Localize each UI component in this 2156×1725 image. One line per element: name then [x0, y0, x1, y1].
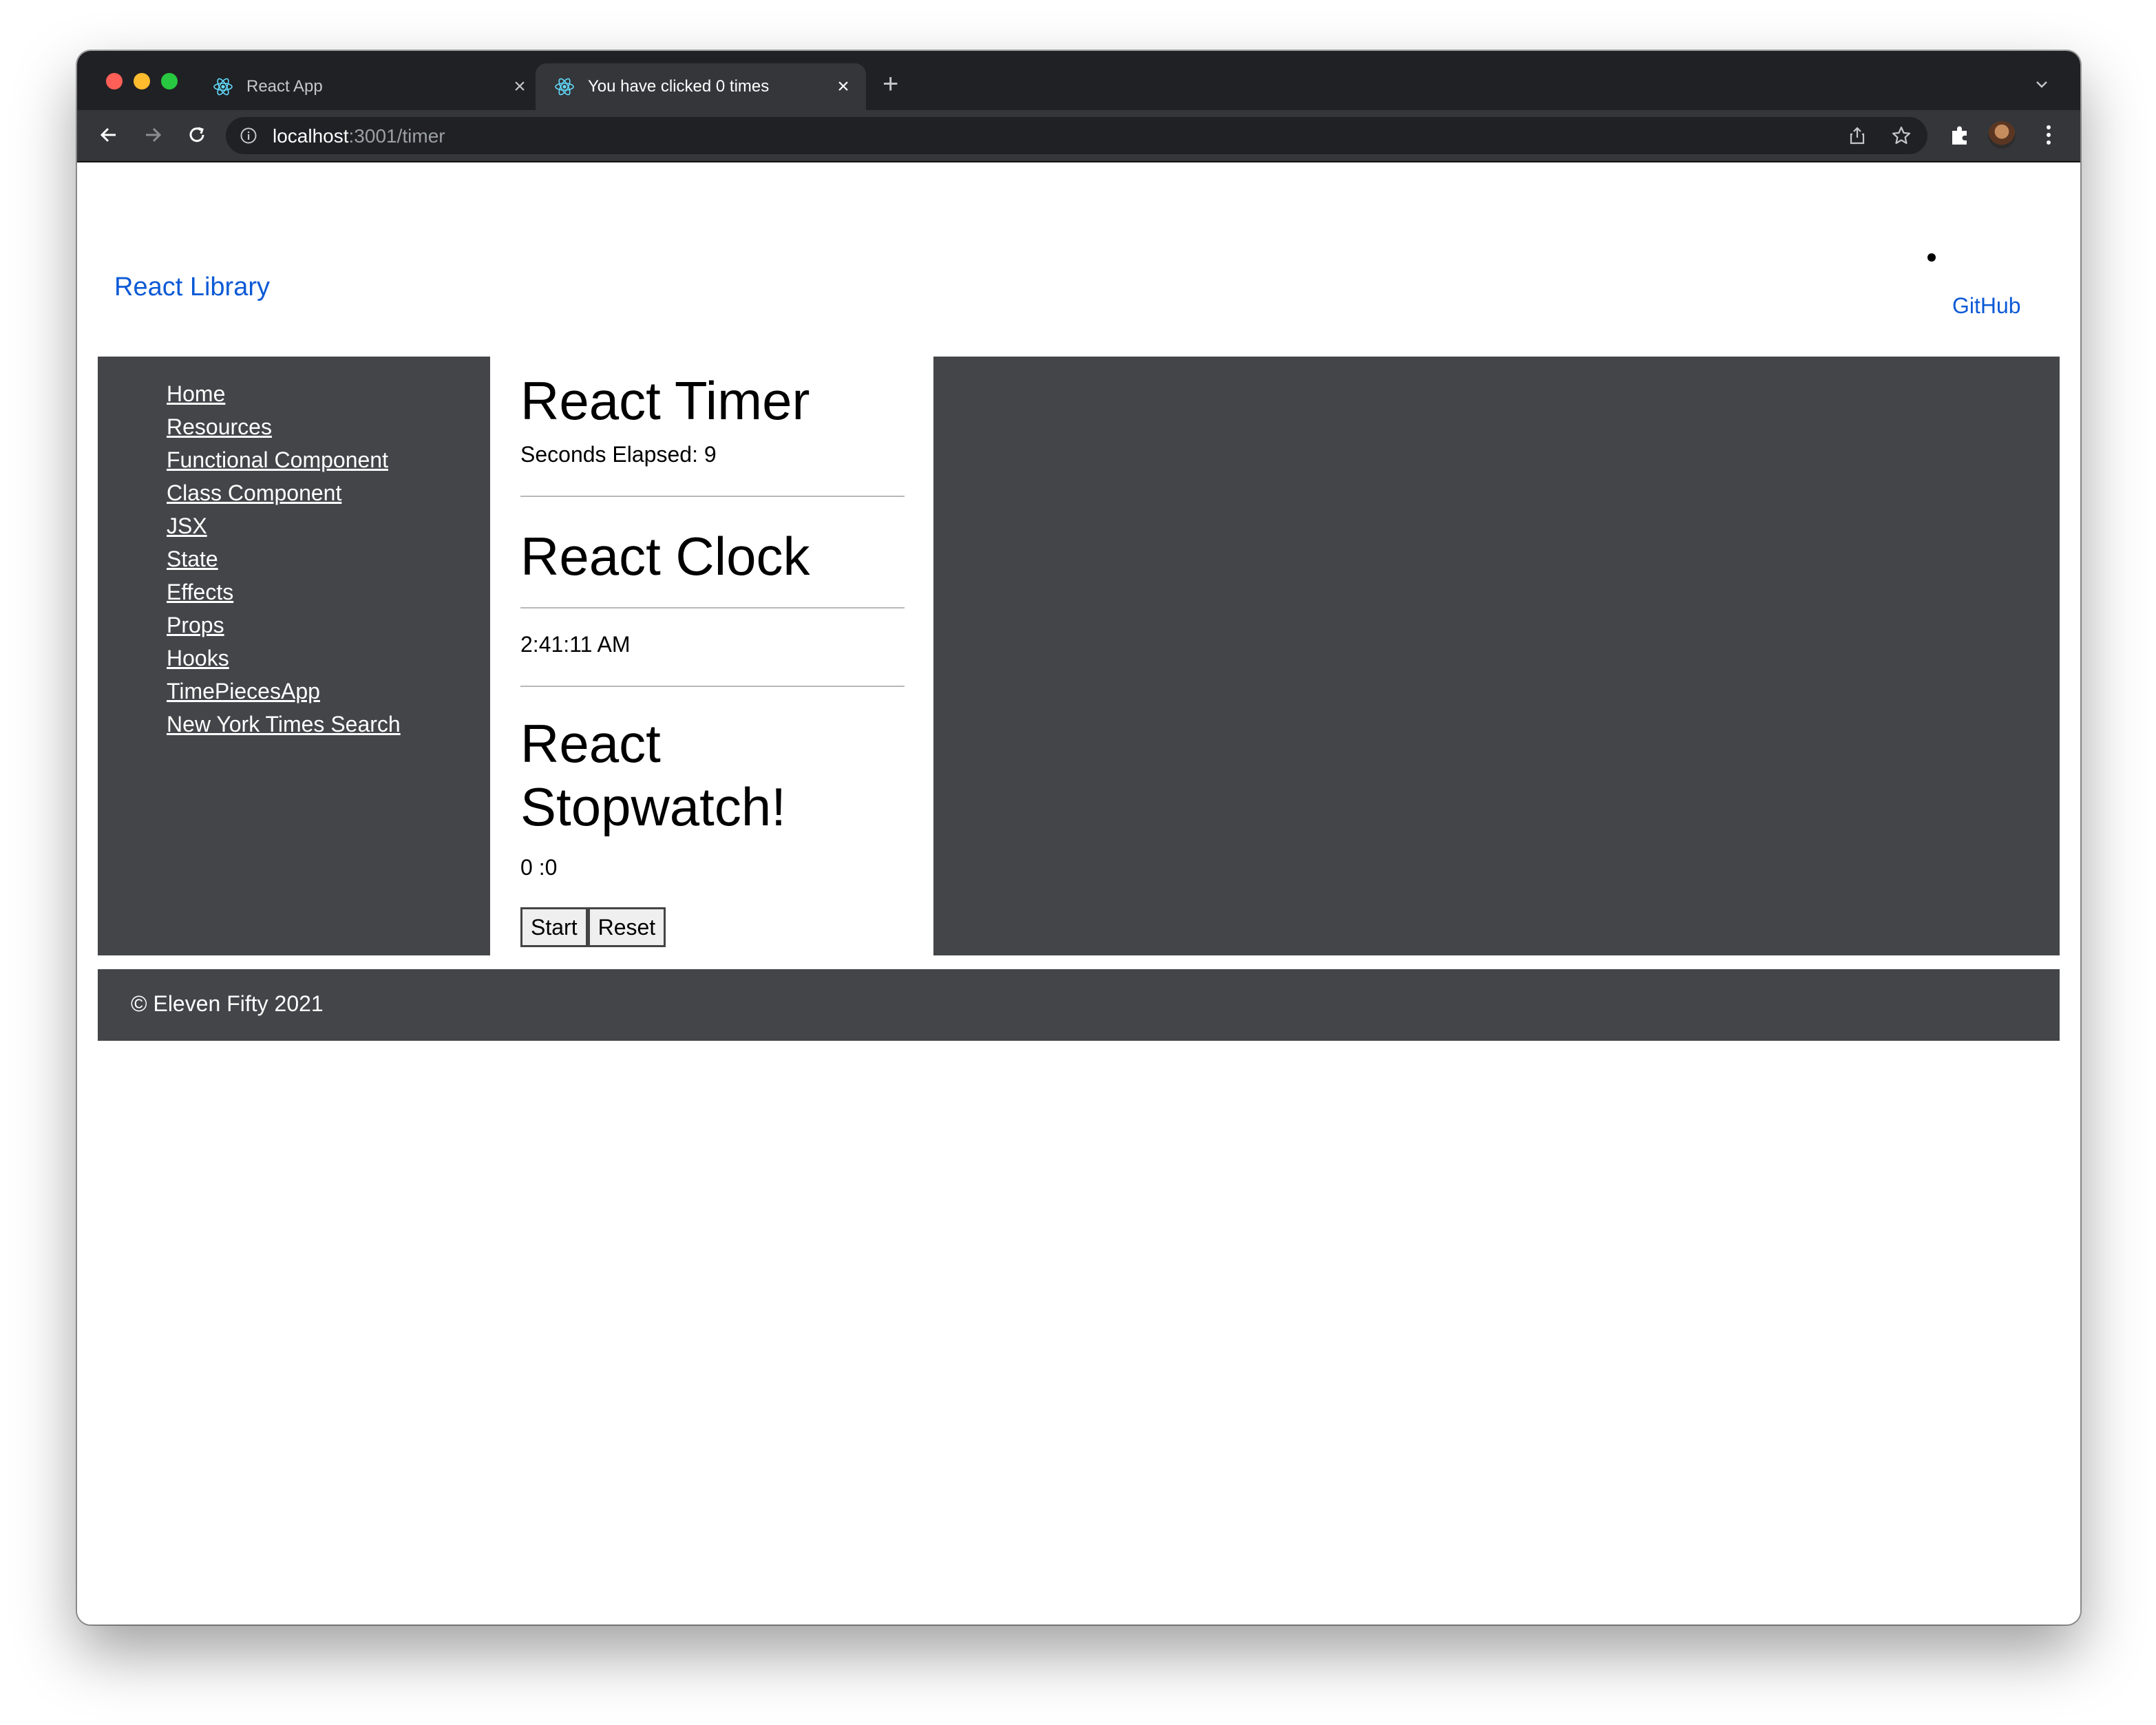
divider: [520, 686, 905, 687]
stopwatch-time: 0 :0: [520, 855, 558, 880]
right-panel: [933, 357, 2060, 955]
sidebar-item-timepiecesapp[interactable]: TimePiecesApp: [167, 675, 490, 708]
sidebar-item-class-component[interactable]: Class Component: [167, 476, 490, 509]
sidebar: Home Resources Functional Component Clas…: [98, 357, 490, 955]
close-tab-icon[interactable]: ×: [833, 75, 854, 98]
close-window-button[interactable]: [106, 73, 123, 89]
profile-avatar[interactable]: [1988, 121, 2016, 149]
tab-react-app[interactable]: React App ×: [212, 63, 542, 110]
divider: [520, 496, 905, 497]
sidebar-item-state[interactable]: State: [167, 542, 490, 575]
sidebar-item-resources[interactable]: Resources: [167, 410, 490, 443]
tab-timer[interactable]: You have clicked 0 times ×: [536, 63, 866, 110]
share-icon[interactable]: [1847, 125, 1868, 146]
stopwatch-heading: React Stopwatch!: [520, 713, 786, 837]
react-icon: [213, 78, 233, 96]
timer-elapsed-text: Seconds Elapsed: 9: [520, 442, 717, 467]
footer: © Eleven Fifty 2021: [98, 969, 2060, 1041]
browser-window: React App × You have clicked 0 times × +: [77, 51, 2080, 1625]
chevron-down-icon[interactable]: [2033, 76, 2050, 92]
url-path: :3001/timer: [348, 125, 445, 147]
stopwatch-controls: Start Reset: [520, 907, 666, 947]
info-icon[interactable]: [240, 127, 257, 145]
sidebar-item-home[interactable]: Home: [167, 377, 490, 410]
close-tab-icon[interactable]: ×: [509, 75, 530, 98]
sidebar-item-nyt-search[interactable]: New York Times Search: [167, 708, 490, 741]
tab-title: React App: [246, 77, 323, 96]
react-icon: [555, 78, 574, 96]
minimize-window-button[interactable]: [134, 73, 150, 89]
address-bar[interactable]: localhost:3001/timer: [226, 117, 1927, 154]
back-arrow-icon[interactable]: [95, 121, 123, 149]
footer-copyright: © Eleven Fifty 2021: [131, 991, 324, 1016]
url-host: localhost: [273, 125, 349, 147]
browser-toolbar: localhost:3001/timer: [77, 110, 2080, 162]
bookmark-star-icon[interactable]: [1890, 125, 1912, 147]
start-button[interactable]: Start: [520, 907, 588, 947]
url-text: localhost:3001/timer: [273, 125, 445, 147]
github-link[interactable]: GitHub: [1952, 293, 2021, 319]
sidebar-item-hooks[interactable]: Hooks: [167, 642, 490, 675]
sidebar-item-jsx[interactable]: JSX: [167, 509, 490, 542]
tab-title: You have clicked 0 times: [588, 77, 770, 96]
divider: [520, 607, 905, 608]
sidebar-item-functional-component[interactable]: Functional Component: [167, 443, 490, 476]
nav-bullet: [1927, 253, 1936, 262]
brand-link[interactable]: React Library: [114, 273, 270, 302]
more-vertical-icon[interactable]: [2043, 123, 2054, 147]
maximize-window-button[interactable]: [161, 73, 178, 89]
timer-heading: React Timer: [520, 370, 810, 431]
sidebar-nav-list: Home Resources Functional Component Clas…: [98, 357, 490, 741]
clock-time: 2:41:11 AM: [520, 632, 631, 657]
new-tab-icon[interactable]: +: [883, 70, 898, 98]
tab-strip: React App × You have clicked 0 times × +: [77, 51, 2080, 110]
reload-icon[interactable]: [183, 121, 211, 149]
reset-button[interactable]: Reset: [587, 907, 666, 947]
web-page: React Library GitHub Home Resources Func…: [77, 162, 2080, 1625]
extensions-puzzle-icon[interactable]: [1948, 123, 1973, 147]
main-content: React Timer Seconds Elapsed: 9 React Clo…: [520, 357, 954, 955]
forward-arrow-icon[interactable]: [139, 121, 167, 149]
sidebar-item-effects[interactable]: Effects: [167, 575, 490, 608]
clock-heading: React Clock: [520, 526, 810, 586]
sidebar-item-props[interactable]: Props: [167, 608, 490, 642]
